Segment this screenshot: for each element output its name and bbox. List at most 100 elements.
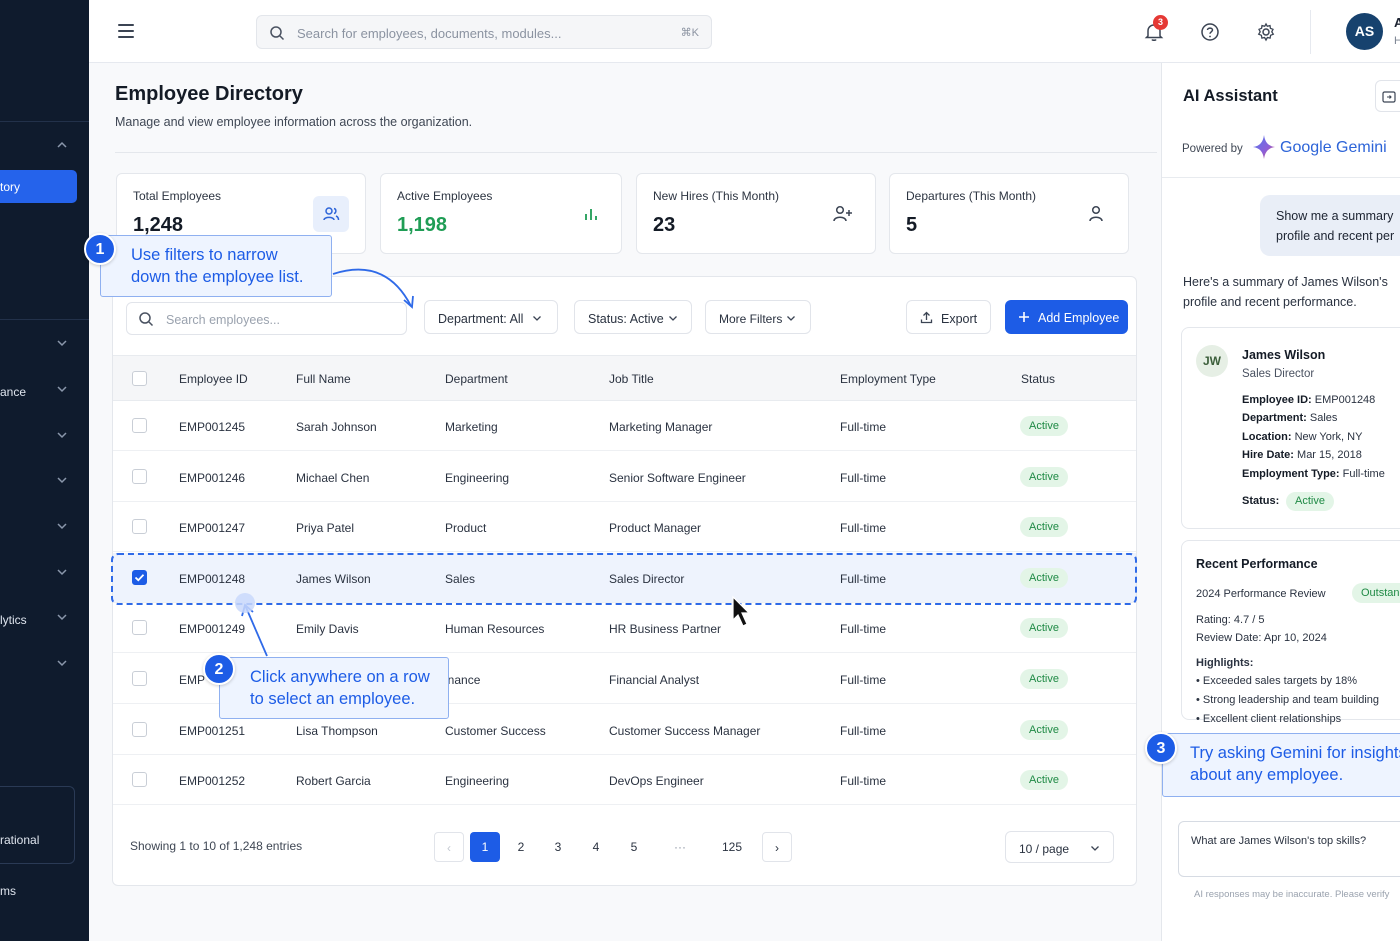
cell-name: Robert Garcia	[296, 774, 371, 789]
status-filter[interactable]: Status: Active	[574, 300, 692, 334]
sidebar-item-directory[interactable]: tory	[0, 170, 89, 203]
table-row[interactable]: EMP001252 Robert Garcia Engineering DevOps …	[113, 755, 1136, 806]
column-header[interactable]: Full Name	[296, 372, 351, 386]
sidebar-item-group[interactable]	[0, 423, 89, 453]
column-header[interactable]: Status	[1021, 372, 1055, 386]
cell-name: Emily Davis	[296, 622, 359, 637]
row-checkbox[interactable]	[132, 721, 147, 737]
column-header[interactable]: Employee ID	[179, 372, 248, 386]
stat-card-departures: Departures (This Month) 5	[889, 173, 1129, 254]
pagination-summary: Showing 1 to 10 of 1,248 entries	[130, 839, 303, 853]
row-checkbox[interactable]	[132, 569, 147, 585]
table-row[interactable]: EMP001247 Priya Patel Product Product Manag…	[113, 502, 1136, 553]
user-plus-icon	[824, 196, 860, 232]
global-search-input[interactable]: Search for employees, documents, modules…	[256, 15, 712, 49]
sidebar-bottom-label[interactable]: ms	[0, 884, 16, 898]
user-avatar[interactable]: AS	[1346, 13, 1383, 50]
gemini-logo-icon	[1253, 135, 1275, 159]
profile-field: Location: New York, NY	[1242, 431, 1363, 443]
page-size-select[interactable]: 10 / page	[1005, 831, 1114, 863]
table-row[interactable]: EMP001245 Sarah Johnson Marketing Marketing…	[113, 401, 1136, 451]
upload-icon	[920, 311, 933, 324]
sidebar-item-group[interactable]	[0, 514, 89, 544]
stat-value: 1,248	[133, 214, 184, 236]
page-button[interactable]: 5	[619, 832, 649, 862]
more-filters-button[interactable]: More Filters	[705, 300, 811, 334]
table-row[interactable]: EMP001248 James Wilson Sales Sales Director…	[113, 552, 1136, 603]
page-button[interactable]: 2	[506, 832, 536, 862]
sidebar-divider	[0, 319, 89, 320]
add-employee-button[interactable]: Add Employee	[1005, 300, 1128, 334]
main-content: Employee Directory Manage and view emplo…	[89, 63, 1161, 941]
gear-icon[interactable]	[1255, 21, 1277, 43]
select-all-checkbox[interactable]	[132, 371, 147, 386]
table-row[interactable]: EMP001246 Michael Chen Engineering Senior S…	[113, 452, 1136, 502]
page-button[interactable]: 3	[543, 832, 573, 862]
stat-card-active: Active Employees 1,198	[380, 173, 622, 254]
callout-select-row: Click anywhere on a row to select an emp…	[219, 657, 449, 719]
ai-reply-text: Here's a summary of James Wilson's profi…	[1183, 275, 1388, 309]
user-icon	[1078, 196, 1114, 232]
sidebar-item-group[interactable]	[0, 560, 89, 590]
stat-label: Departures (This Month)	[906, 189, 1037, 203]
status-badge: Active	[1286, 492, 1334, 511]
column-header[interactable]: Job Title	[609, 372, 654, 386]
highlight-item: • Excellent client relationships	[1196, 713, 1342, 725]
cell-type: Full-time	[840, 673, 887, 687]
department-filter[interactable]: Department: All	[424, 300, 558, 334]
cell-dept: Marketing	[445, 420, 498, 434]
hamburger-menu-icon[interactable]	[118, 24, 134, 38]
prev-page-button[interactable]: ‹	[434, 832, 464, 862]
next-page-button[interactable]: ›	[762, 832, 792, 862]
export-button[interactable]: Export	[906, 300, 991, 334]
row-checkbox[interactable]	[132, 468, 147, 484]
row-checkbox[interactable]	[132, 772, 147, 788]
chevron-down-icon	[57, 386, 67, 393]
expand-panel-button[interactable]	[1375, 80, 1400, 112]
page-button[interactable]: 1	[470, 832, 500, 862]
sidebar-item-label: ance	[0, 385, 27, 399]
sidebar-item-group[interactable]	[0, 651, 89, 681]
status-filter-label: Status: Active	[588, 312, 664, 326]
cell-title: Financial Analyst	[609, 673, 700, 687]
sidebar-item-analytics[interactable]: lytics	[0, 605, 89, 635]
bar-chart-icon	[573, 196, 609, 232]
status-badge: Active	[1020, 567, 1068, 588]
column-header[interactable]: Employment Type	[840, 372, 936, 386]
ai-assistant-panel: AI Assistant Powered by Google Gemini Sh…	[1161, 63, 1400, 941]
page-button[interactable]: 4	[581, 832, 611, 862]
profile-role: Sales Director	[1242, 368, 1315, 380]
sidebar-item-performance[interactable]: ance	[0, 377, 89, 407]
chevron-down-icon	[57, 523, 67, 530]
chevron-down-icon	[533, 316, 541, 321]
employee-search-input[interactable]: Search employees...	[126, 302, 407, 335]
rating-badge: Outstand	[1352, 583, 1400, 603]
page-button[interactable]: 125	[717, 832, 747, 862]
cell-name: Lisa Thompson	[296, 723, 378, 738]
row-checkbox[interactable]	[132, 620, 147, 636]
gemini-brand: Google Gemini	[1280, 139, 1387, 156]
cell-id: EMP001248	[179, 571, 246, 586]
page-subtitle: Manage and view employee information acr…	[115, 115, 473, 129]
stat-label: Active Employees	[397, 189, 493, 203]
sidebar-workspace-box[interactable]: rational	[0, 786, 75, 864]
review-name: 2024 Performance Review	[1196, 588, 1326, 600]
row-checkbox[interactable]	[132, 671, 147, 686]
sidebar-item-group[interactable]	[0, 468, 89, 498]
table-row[interactable]: EMP001249 Emily Davis Human Resources HR Bu…	[113, 603, 1136, 654]
chevron-down-icon	[57, 569, 67, 576]
help-icon[interactable]	[1199, 21, 1221, 43]
row-checkbox[interactable]	[132, 519, 147, 535]
cell-dept: inance	[445, 673, 481, 687]
sidebar-item-group[interactable]	[0, 331, 89, 361]
stat-value: 23	[653, 214, 676, 236]
search-icon	[270, 26, 285, 41]
sidebar-item-label: lytics	[0, 613, 27, 627]
cell-title: Senior Software Engineer	[609, 470, 746, 485]
user-message-bubble: Show me a summary profile and recent per	[1260, 195, 1400, 256]
column-header[interactable]: Department	[445, 372, 508, 386]
ai-chat-input[interactable]: What are James Wilson's top skills?	[1178, 821, 1400, 877]
row-checkbox[interactable]	[132, 418, 147, 433]
chevron-down-icon	[787, 316, 795, 321]
chevron-up-icon[interactable]	[56, 139, 68, 151]
